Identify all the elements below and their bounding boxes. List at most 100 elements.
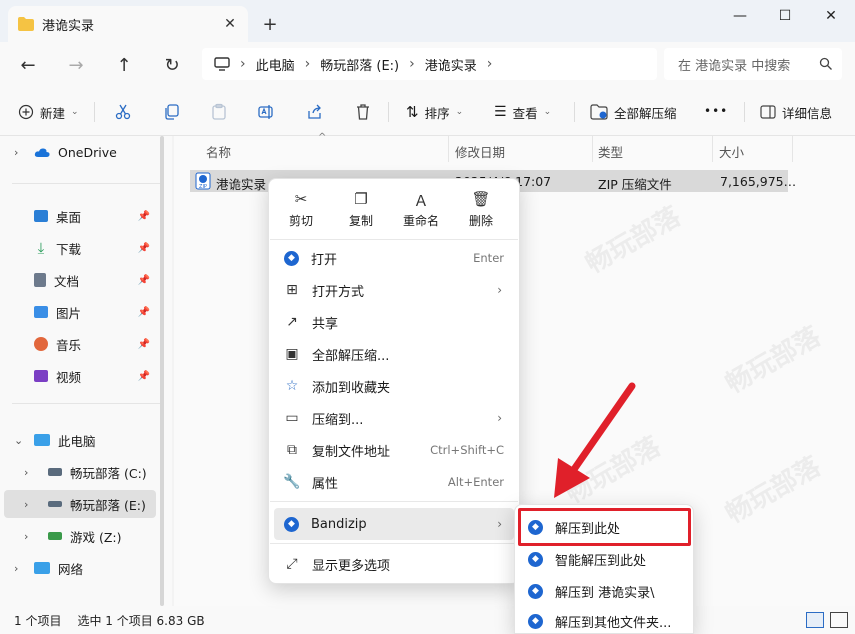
menu-divider [270, 501, 518, 502]
menu-item-share[interactable]: ↗ 共享 [274, 306, 514, 338]
tab-title: 港诡实录 [42, 18, 95, 34]
submenu-item-extract-to-folder[interactable]: ◆ 解压到 港诡实录\ [518, 575, 688, 607]
menu-item-add-favorites[interactable]: ☆ 添加到收藏夹 [274, 370, 514, 402]
view-button[interactable]: ☰ 查看 ⌄ [494, 100, 551, 124]
column-divider [448, 136, 449, 162]
drive-icon [48, 532, 62, 540]
column-header-size[interactable]: 大小 [719, 142, 744, 161]
sidebar-item-drive-z[interactable]: › 游戏 (Z:) [4, 522, 156, 550]
column-header-type[interactable]: 类型 [598, 142, 623, 161]
sidebar-item-drive-e[interactable]: › 畅玩部落 (E:) [4, 490, 156, 518]
copy-icon[interactable] [162, 103, 180, 121]
sidebar-scrollbar[interactable] [160, 136, 164, 606]
breadcrumb-drive-e[interactable]: 畅玩部落 (E:) [320, 55, 399, 74]
highlight-box [518, 508, 691, 546]
pin-icon: 📌 [137, 338, 150, 350]
sidebar-item-music[interactable]: 音乐 📌 [4, 330, 156, 358]
sidebar-item-network[interactable]: › 网络 [4, 554, 156, 582]
close-window-button[interactable]: ✕ [808, 4, 854, 28]
menu-item-bandizip[interactable]: ◆ Bandizip › [274, 508, 514, 540]
chevron-right-icon: › [24, 497, 29, 511]
extract-all-button[interactable]: 全部解压缩 [590, 100, 677, 124]
view-label: 查看 [512, 105, 538, 121]
sidebar-item-desktop[interactable]: 桌面 📌 [4, 202, 156, 230]
svg-text:ZIP: ZIP [199, 184, 207, 190]
tab-active[interactable]: 港诡实录 [8, 6, 248, 42]
rename-icon[interactable] [258, 103, 276, 121]
maximize-button[interactable]: ☐ [762, 4, 808, 28]
column-header-modified[interactable]: 修改日期 [455, 142, 505, 161]
minimize-button[interactable]: — [717, 4, 763, 28]
chevron-right-icon: › [497, 411, 502, 425]
refresh-icon[interactable]: ↻ [159, 52, 185, 78]
sidebar-item-pictures[interactable]: 图片 📌 [4, 298, 156, 326]
cloud-icon [34, 147, 50, 158]
up-icon[interactable]: ↑ [111, 52, 137, 78]
details-button[interactable]: 详细信息 [760, 100, 832, 124]
cut-icon[interactable] [114, 103, 132, 121]
menu-item-copy-path[interactable]: ⧉ 复制文件地址 Ctrl+Shift+C [274, 434, 514, 466]
pin-icon: 📌 [137, 370, 150, 382]
menu-item-open[interactable]: ◆ 打开 Enter [274, 242, 514, 274]
breadcrumb-folder[interactable]: 港诡实录 [425, 55, 477, 74]
delete-icon[interactable] [354, 103, 372, 121]
chevron-right-icon: › [24, 465, 29, 479]
search-input[interactable]: 在 港诡实录 中搜索 [664, 48, 842, 80]
menu-item-open-with[interactable]: ⊞ 打开方式 › [274, 274, 514, 306]
forward-icon[interactable]: → [63, 52, 89, 78]
new-tab-icon[interactable]: + [258, 12, 282, 36]
bandizip-icon: ◆ [284, 516, 299, 532]
compress-icon: ▭ [285, 410, 299, 426]
chevron-down-icon: ⌄ [543, 107, 552, 117]
details-view-icon[interactable] [806, 612, 824, 628]
item-count: 1 个项目 [14, 613, 62, 628]
chevron-right-icon: › [24, 529, 29, 543]
cut-menu-button[interactable]: ✂ 剪切 [277, 190, 325, 234]
sidebar-item-drive-c[interactable]: › 畅玩部落 (C:) [4, 458, 156, 486]
sidebar-item-this-pc[interactable]: ⌄ 此电脑 [4, 426, 156, 454]
back-icon[interactable]: ← [15, 52, 41, 78]
sidebar-item-documents[interactable]: 文档 📌 [4, 266, 156, 294]
menu-item-compress-to[interactable]: ▭ 压缩到... › [274, 402, 514, 434]
new-label: 新建 [40, 105, 66, 121]
sidebar-item-downloads[interactable]: ⤓ 下载 📌 [4, 234, 156, 262]
chevron-right-icon: › [497, 283, 502, 297]
tab-close-icon[interactable]: ✕ [220, 14, 240, 34]
menu-divider [270, 543, 518, 544]
zip-file-icon: ZIP [195, 172, 211, 190]
new-button[interactable]: 新建 ⌄ [18, 100, 79, 124]
sort-button[interactable]: ⇅ 排序 ⌄ [406, 100, 463, 124]
menu-item-properties[interactable]: 🔧 属性 Alt+Enter [274, 466, 514, 498]
download-icon: ⤓ [37, 239, 45, 257]
sidebar-item-onedrive[interactable]: › OneDrive [4, 138, 156, 166]
submenu-item-smart-extract[interactable]: ◆ 智能解压到此处 [518, 543, 688, 575]
document-icon [34, 273, 46, 287]
breadcrumb-sep: › [304, 56, 311, 72]
chevron-down-icon: ⌄ [71, 107, 79, 117]
sidebar-item-videos[interactable]: 视频 📌 [4, 362, 156, 390]
cut-icon: ✂ [294, 190, 308, 208]
video-icon [34, 370, 48, 382]
chevron-right-icon: › [497, 517, 502, 531]
paste-icon[interactable] [210, 103, 228, 121]
tiles-view-icon[interactable] [830, 612, 848, 628]
menu-item-show-more[interactable]: ⤢ 显示更多选项 [274, 548, 514, 580]
rename-menu-button[interactable]: Ａ 重命名 [397, 190, 445, 234]
submenu-item-extract-other[interactable]: ◆ 解压到其他文件夹... [518, 605, 688, 634]
more-options-button[interactable]: ••• [704, 104, 728, 118]
menu-item-extract-all[interactable]: ▣ 全部解压缩... [274, 338, 514, 370]
column-header-name[interactable]: 名称 [206, 142, 231, 161]
address-bar[interactable]: › 此电脑 › 畅玩部落 (E:) › 港诡实录 › [202, 48, 657, 80]
share-icon[interactable] [306, 103, 324, 121]
extract-all-label: 全部解压缩 [614, 105, 677, 121]
folder-icon [18, 17, 34, 31]
breadcrumb-this-pc[interactable]: 此电脑 [256, 55, 295, 74]
toolbar-divider [744, 102, 745, 122]
copy-menu-button[interactable]: ❐ 复制 [337, 190, 385, 234]
toolbar-divider [574, 102, 575, 122]
share-icon: ↗ [286, 314, 298, 330]
annotation-arrow-icon [554, 382, 636, 498]
copy-icon: ❐ [354, 190, 368, 208]
breadcrumb-sep: › [486, 56, 493, 72]
delete-menu-button[interactable]: 🗑 删除 [457, 190, 505, 234]
